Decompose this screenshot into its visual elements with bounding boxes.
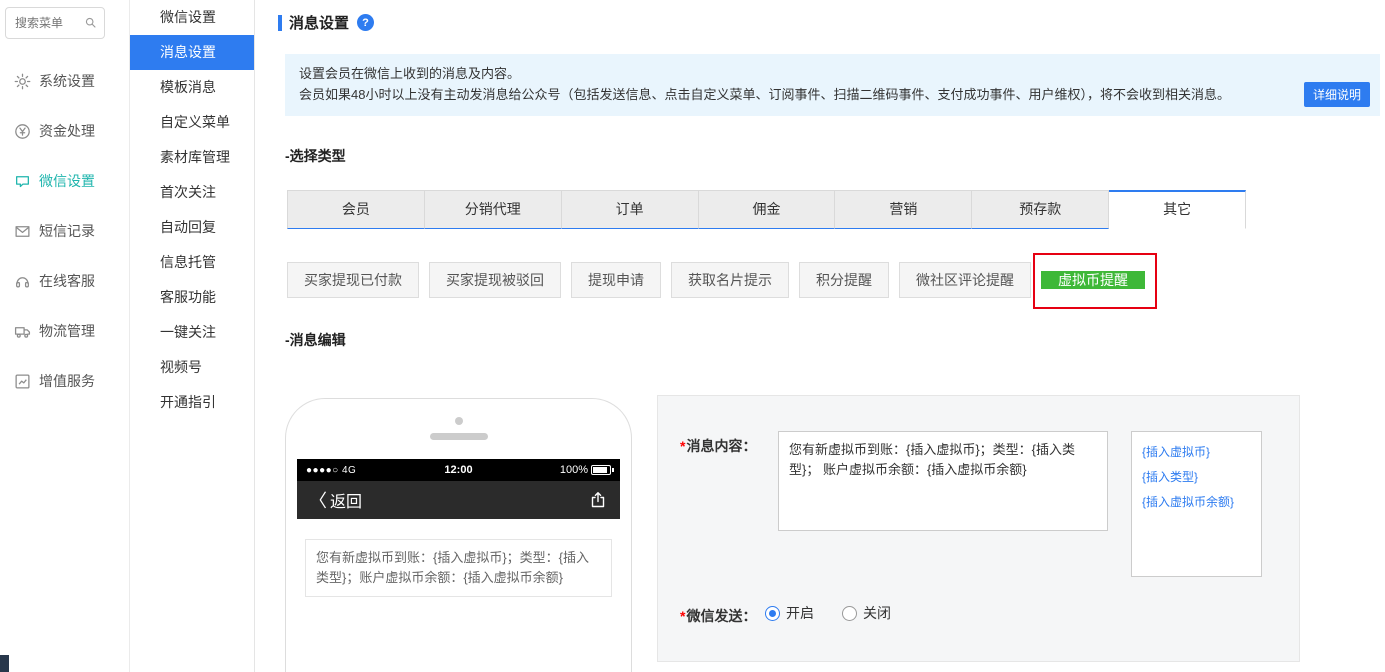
sidebar-menu: 系统设置 资金处理 微信设置 短信记录 在线客服 物流管理 增值服务 [0, 56, 129, 406]
battery-group: 100% [559, 464, 614, 476]
insert-type-link[interactable]: {插入类型} [1142, 465, 1251, 490]
search-icon [84, 16, 97, 29]
truck-icon [14, 323, 31, 340]
sidebar-item-label: 物流管理 [39, 323, 95, 339]
insert-variable-panel: {插入虚拟币} {插入类型} {插入虚拟币余额} [1131, 431, 1262, 577]
radio-option-off[interactable]: 关闭 [842, 603, 891, 623]
tab-marketing[interactable]: 营销 [835, 190, 973, 229]
required-mark: * [680, 608, 686, 624]
left-sidebar: 系统设置 资金处理 微信设置 短信记录 在线客服 物流管理 [0, 0, 130, 672]
message-type-tabs: 会员 分销代理 订单 佣金 营销 预存款 其它 [287, 190, 1247, 229]
sidebar-item-label: 在线客服 [39, 273, 95, 289]
tab-prepaid[interactable]: 预存款 [972, 190, 1110, 229]
detail-instructions-button[interactable]: 详细说明 [1303, 82, 1370, 107]
select-type-heading: -选择类型 [285, 148, 346, 164]
phone-screen: ●●●●○ 4G 12:00 100% 〈 返回 您有新虚拟币到账：{插入虚拟币… [297, 459, 620, 672]
virtual-coin-reminder-wrapper: 虚拟币提醒 [1033, 253, 1157, 309]
collapsed-nav-strip [0, 655, 9, 672]
chat-bubble-icon [14, 173, 31, 190]
page-title: 消息设置 [289, 15, 350, 32]
title-accent-bar [278, 14, 282, 31]
message-content-textarea[interactable]: 您有新虚拟币到账：{插入虚拟币}；类型：{插入类型}； 账户虚拟币余额：{插入虚… [778, 431, 1108, 531]
required-mark: * [680, 438, 686, 454]
wechat-settings-submenu: 微信设置 消息设置 模板消息 自定义菜单 素材库管理 首次关注 自动回复 信息托… [130, 0, 255, 672]
notice-box: 设置会员在微信上收到的消息及内容。 会员如果48小时以上没有主动发消息给公众号（… [285, 54, 1380, 116]
page-header: 消息设置 ? [278, 12, 375, 33]
phone-nav-bar: 〈 返回 [297, 481, 620, 519]
submenu-item-first-follow[interactable]: 首次关注 [130, 175, 254, 210]
submenu-item-auto-reply[interactable]: 自动回复 [130, 210, 254, 245]
wechat-send-label: *微信发送： [680, 608, 757, 624]
submenu-item-template-message[interactable]: 模板消息 [130, 70, 254, 105]
sidebar-item-logistics[interactable]: 物流管理 [0, 306, 129, 356]
phone-preview: ●●●●○ 4G 12:00 100% 〈 返回 您有新虚拟币到账：{插入虚拟币… [285, 398, 632, 672]
main-content: 消息设置 ? 设置会员在微信上收到的消息及内容。 会员如果48小时以上没有主动发… [255, 0, 1385, 672]
notice-line-2: 会员如果48小时以上没有主动发消息给公众号（包括发送信息、点击自定义菜单、订阅事… [299, 87, 1230, 102]
sidebar-item-value-added[interactable]: 增值服务 [0, 356, 129, 406]
sidebar-item-label: 资金处理 [39, 123, 95, 139]
submenu-item-info-hosting[interactable]: 信息托管 [130, 245, 254, 280]
headset-icon [14, 273, 31, 290]
subtype-withdraw-apply-button[interactable]: 提现申请 [571, 262, 661, 298]
help-icon[interactable]: ? [357, 14, 375, 31]
battery-percent: 100% [559, 464, 588, 476]
subtype-points-reminder-button[interactable]: 积分提醒 [799, 262, 889, 298]
sidebar-item-wechat-settings[interactable]: 微信设置 [0, 156, 129, 206]
phone-camera-dot [454, 417, 463, 425]
search-input[interactable] [6, 8, 78, 38]
submenu-item-service-function[interactable]: 客服功能 [130, 280, 254, 315]
notice-line-1: 设置会员在微信上收到的消息及内容。 [299, 66, 521, 81]
sidebar-item-funds[interactable]: 资金处理 [0, 106, 129, 156]
radio-on-label: 开启 [786, 605, 814, 621]
sidebar-item-sms-records[interactable]: 短信记录 [0, 206, 129, 256]
submenu-item-wechat-settings[interactable]: 微信设置 [130, 0, 254, 35]
menu-search-box[interactable] [5, 7, 105, 39]
message-edit-form: *消息内容： 您有新虚拟币到账：{插入虚拟币}；类型：{插入类型}； 账户虚拟币… [657, 395, 1300, 662]
submenu-item-custom-menu[interactable]: 自定义菜单 [130, 105, 254, 140]
battery-icon [591, 465, 614, 475]
insert-virtual-coin-link[interactable]: {插入虚拟币} [1142, 440, 1251, 465]
gear-icon [14, 73, 31, 90]
radio-on-circle[interactable] [765, 605, 780, 621]
coin-icon [14, 123, 31, 140]
sidebar-item-online-service[interactable]: 在线客服 [0, 256, 129, 306]
tab-distribution-agent[interactable]: 分销代理 [424, 190, 562, 229]
tab-order[interactable]: 订单 [561, 190, 699, 229]
wechat-send-options: 开启 关闭 [765, 603, 891, 623]
share-icon [588, 490, 608, 510]
sidebar-item-label: 微信设置 [39, 173, 95, 189]
subtype-buyer-withdraw-rejected-button[interactable]: 买家提现被驳回 [429, 262, 561, 298]
insert-coin-balance-link[interactable]: {插入虚拟币余额} [1142, 490, 1251, 515]
submenu-item-one-key-follow[interactable]: 一键关注 [130, 315, 254, 350]
tab-other[interactable]: 其它 [1109, 190, 1247, 229]
sidebar-item-label: 增值服务 [39, 373, 95, 389]
submenu-item-message-settings[interactable]: 消息设置 [130, 35, 254, 70]
back-button-label: 返回 [330, 494, 363, 511]
app-window: 系统设置 资金处理 微信设置 短信记录 在线客服 物流管理 [0, 0, 1385, 672]
envelope-icon [14, 223, 31, 240]
submenu-item-activation-guide[interactable]: 开通指引 [130, 385, 254, 420]
radio-option-on[interactable]: 开启 [765, 603, 814, 623]
message-edit-heading: -消息编辑 [285, 332, 346, 348]
phone-speaker-bar [429, 433, 488, 440]
submenu-item-video-account[interactable]: 视频号 [130, 350, 254, 385]
radio-off-label: 关闭 [863, 605, 891, 621]
message-content-label: *消息内容： [680, 438, 757, 454]
back-chevron-icon: 〈 [309, 491, 327, 511]
tab-member[interactable]: 会员 [287, 190, 425, 229]
subtype-get-card-tip-button[interactable]: 获取名片提示 [671, 262, 789, 298]
subtype-community-comment-reminder-button[interactable]: 微社区评论提醒 [899, 262, 1031, 298]
tab-commission[interactable]: 佣金 [698, 190, 836, 229]
phone-status-bar: ●●●●○ 4G 12:00 100% [297, 459, 620, 481]
message-subtype-buttons: 买家提现已付款 买家提现被驳回 提现申请 获取名片提示 积分提醒 微社区评论提醒… [287, 253, 1157, 309]
submenu-item-material-library[interactable]: 素材库管理 [130, 140, 254, 175]
subtype-virtual-coin-reminder-button[interactable]: 虚拟币提醒 [1041, 271, 1145, 289]
chart-icon [14, 373, 31, 390]
sidebar-item-label: 系统设置 [39, 73, 95, 89]
sidebar-item-label: 短信记录 [39, 223, 95, 239]
preview-message-bubble: 您有新虚拟币到账：{插入虚拟币}；类型：{插入类型}；账户虚拟币余额：{插入虚拟… [305, 539, 612, 597]
radio-off-circle[interactable] [842, 605, 857, 621]
subtype-buyer-withdraw-paid-button[interactable]: 买家提现已付款 [287, 262, 419, 298]
sidebar-item-system-settings[interactable]: 系统设置 [0, 56, 129, 106]
